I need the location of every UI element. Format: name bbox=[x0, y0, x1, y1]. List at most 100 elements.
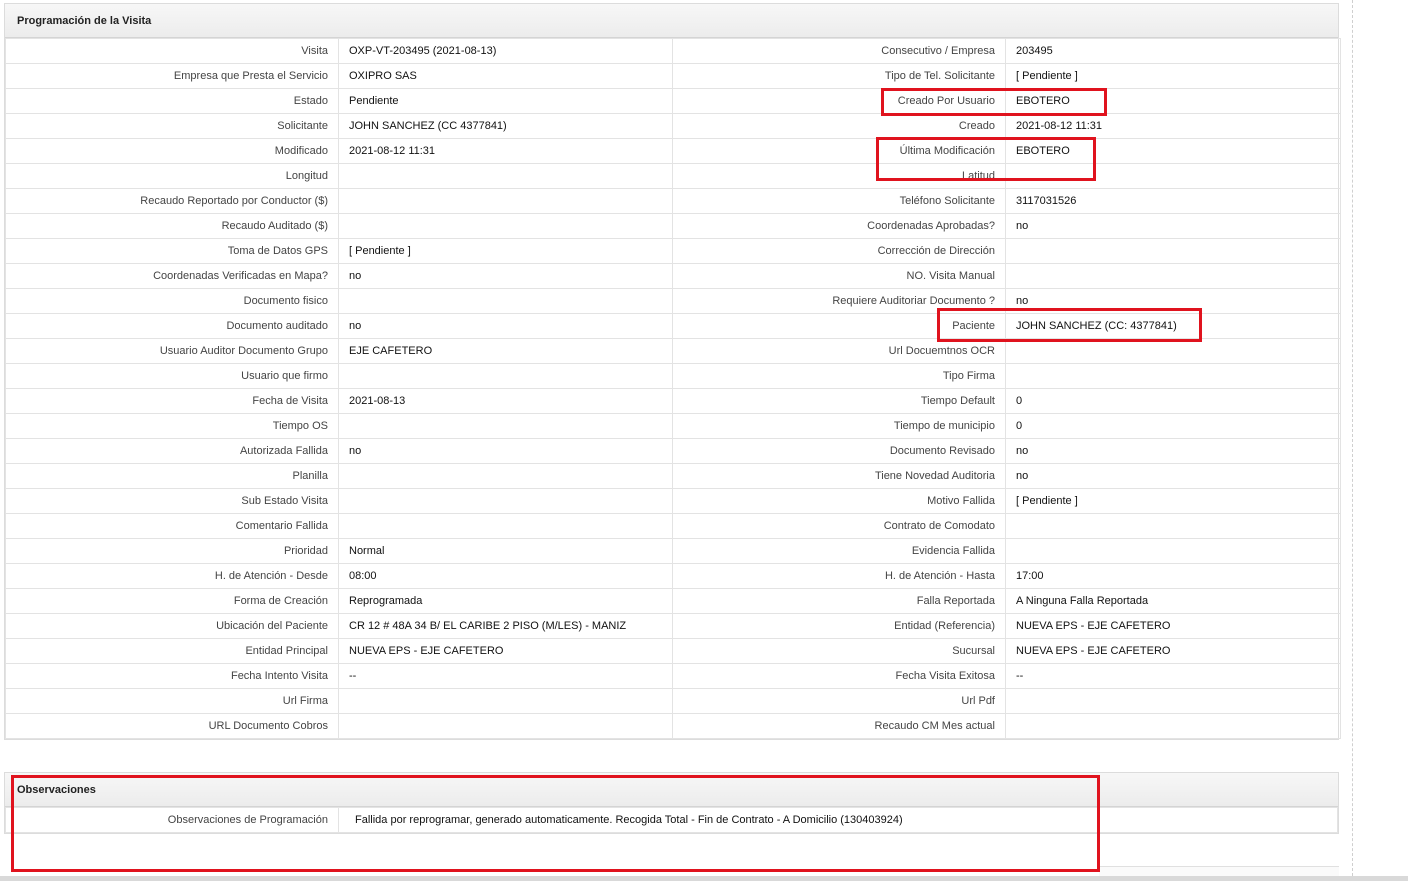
observations-table: Observaciones de Programación Fallida po… bbox=[5, 807, 1338, 833]
field-value: 2021-08-12 11:31 bbox=[338, 138, 673, 164]
table-row: Url Firma Url Pdf bbox=[5, 688, 1341, 714]
table-row: Longitud Latitud bbox=[5, 163, 1341, 189]
field-label: Url Docuemtnos OCR bbox=[672, 338, 1006, 364]
table-row: Fecha Intento Visita -- Fecha Visita Exit… bbox=[5, 663, 1341, 689]
field-label: Forma de Creación bbox=[5, 588, 339, 614]
observations-label: Observaciones de Programación bbox=[5, 807, 339, 833]
field-value: [ Pendiente ] bbox=[1005, 63, 1341, 89]
field-value: no bbox=[1005, 288, 1341, 314]
field-label: Creado Por Usuario bbox=[672, 88, 1006, 114]
field-value: 08:00 bbox=[338, 563, 673, 589]
field-value bbox=[338, 413, 673, 439]
field-label: Corrección de Dirección bbox=[672, 238, 1006, 264]
field-label: Visita bbox=[5, 38, 339, 64]
field-value bbox=[1005, 363, 1341, 389]
field-value bbox=[338, 713, 673, 739]
field-label: Consecutivo / Empresa bbox=[672, 38, 1006, 64]
field-value: no bbox=[338, 438, 673, 464]
field-value bbox=[338, 688, 673, 714]
field-label: Sub Estado Visita bbox=[5, 488, 339, 514]
field-label: Fecha de Visita bbox=[5, 388, 339, 414]
field-label: Usuario Auditor Documento Grupo bbox=[5, 338, 339, 364]
field-value: NUEVA EPS - EJE CAFETERO bbox=[1005, 638, 1341, 664]
field-label: Recaudo CM Mes actual bbox=[672, 713, 1006, 739]
next-panel-stub bbox=[1099, 866, 1339, 876]
field-label: Creado bbox=[672, 113, 1006, 139]
field-label: Tiene Novedad Auditoria bbox=[672, 463, 1006, 489]
field-value bbox=[1005, 713, 1341, 739]
field-value: Reprogramada bbox=[338, 588, 673, 614]
field-label: Comentario Fallida bbox=[5, 513, 339, 539]
table-row: Documento fisico Requiere Auditoriar Docu… bbox=[5, 288, 1341, 314]
table-row: Sub Estado Visita Motivo Fallida[ Pendien… bbox=[5, 488, 1341, 514]
table-row: Documento auditado no Paciente JOHN SANCHE… bbox=[5, 313, 1341, 339]
field-label: Documento Revisado bbox=[672, 438, 1006, 464]
field-label: Documento fisico bbox=[5, 288, 339, 314]
field-label: Falla Reportada bbox=[672, 588, 1006, 614]
field-value: OXP-VT-203495 (2021-08-13) bbox=[338, 38, 673, 64]
field-label: Evidencia Fallida bbox=[672, 538, 1006, 564]
table-row: Usuario Auditor Documento Grupo EJE CAFET… bbox=[5, 338, 1341, 364]
field-value bbox=[338, 363, 673, 389]
table-row: Usuario que firmo Tipo Firma bbox=[5, 363, 1341, 389]
table-row: H. de Atención - Desde 08:00 H. de Atenció… bbox=[5, 563, 1341, 589]
field-value: 203495 bbox=[1005, 38, 1341, 64]
field-label: Longitud bbox=[5, 163, 339, 189]
table-row: Planilla Tiene Novedad Auditoria no bbox=[5, 463, 1341, 489]
field-value: OXIPRO SAS bbox=[338, 63, 673, 89]
field-value: EBOTERO bbox=[1005, 88, 1341, 114]
field-value: 2021-08-12 11:31 bbox=[1005, 113, 1341, 139]
field-label: Tiempo Default bbox=[672, 388, 1006, 414]
field-value: no bbox=[338, 313, 673, 339]
field-label: Paciente bbox=[672, 313, 1006, 339]
field-value: 0 bbox=[1005, 413, 1341, 439]
field-value bbox=[1005, 688, 1341, 714]
observations-panel: Observaciones Observaciones de Programac… bbox=[4, 772, 1339, 834]
field-label: Tiempo de municipio bbox=[672, 413, 1006, 439]
horizontal-scrollbar[interactable] bbox=[0, 876, 1408, 881]
field-value: 17:00 bbox=[1005, 563, 1341, 589]
observations-title: Observaciones bbox=[5, 773, 1338, 807]
table-row: Observaciones de Programación Fallida po… bbox=[5, 807, 1338, 833]
field-value bbox=[338, 213, 673, 239]
field-value: JOHN SANCHEZ (CC 4377841) bbox=[338, 113, 673, 139]
field-label: H. de Atención - Desde bbox=[5, 563, 339, 589]
field-value bbox=[338, 288, 673, 314]
table-row: Toma de Datos GPS[ Pendiente ] Corrección… bbox=[5, 238, 1341, 264]
field-value: Pendiente bbox=[338, 88, 673, 114]
field-value: 0 bbox=[1005, 388, 1341, 414]
field-value: NUEVA EPS - EJE CAFETERO bbox=[338, 638, 673, 664]
field-label: H. de Atención - Hasta bbox=[672, 563, 1006, 589]
table-row: URL Documento Cobros Recaudo CM Mes actua… bbox=[5, 713, 1341, 739]
field-label: Solicitante bbox=[5, 113, 339, 139]
field-value bbox=[1005, 163, 1341, 189]
field-value: A Ninguna Falla Reportada bbox=[1005, 588, 1341, 614]
table-row: Recaudo Auditado ($) Coordenadas Aprobada… bbox=[5, 213, 1341, 239]
field-label: Recaudo Auditado ($) bbox=[5, 213, 339, 239]
table-row: Autorizada Fallida no Documento Revisado … bbox=[5, 438, 1341, 464]
field-label: Sucursal bbox=[672, 638, 1006, 664]
table-row: Comentario Fallida Contrato de Comodato bbox=[5, 513, 1341, 539]
field-label: Entidad (Referencia) bbox=[672, 613, 1006, 639]
field-value bbox=[338, 188, 673, 214]
field-label: NO. Visita Manual bbox=[672, 263, 1006, 289]
field-label: Coordenadas Verificadas en Mapa? bbox=[5, 263, 339, 289]
table-row: Solicitante JOHN SANCHEZ (CC 4377841) Crea… bbox=[5, 113, 1341, 139]
field-label: Latitud bbox=[672, 163, 1006, 189]
visit-schedule-panel: Programación de la Visita Visita OXP-VT-2… bbox=[4, 3, 1341, 740]
visit-schedule-title: Programación de la Visita bbox=[5, 4, 1338, 38]
field-label: Recaudo Reportado por Conductor ($) bbox=[5, 188, 339, 214]
field-label: Modificado bbox=[5, 138, 339, 164]
field-label: URL Documento Cobros bbox=[5, 713, 339, 739]
field-value: CR 12 # 48A 34 B/ EL CARIBE 2 PISO (M/LE… bbox=[338, 613, 673, 639]
field-label: Toma de Datos GPS bbox=[5, 238, 339, 264]
table-row: Ubicación del Paciente CR 12 # 48A 34 B/ … bbox=[5, 613, 1341, 639]
field-value: no bbox=[1005, 463, 1341, 489]
field-label: Requiere Auditoriar Documento ? bbox=[672, 288, 1006, 314]
field-value: no bbox=[1005, 438, 1341, 464]
field-label: Motivo Fallida bbox=[672, 488, 1006, 514]
field-label: Autorizada Fallida bbox=[5, 438, 339, 464]
field-value bbox=[1005, 338, 1341, 364]
table-row: Estado Pendiente Creado Por Usuario EBOTERO bbox=[5, 88, 1341, 114]
field-value: 3117031526 bbox=[1005, 188, 1341, 214]
